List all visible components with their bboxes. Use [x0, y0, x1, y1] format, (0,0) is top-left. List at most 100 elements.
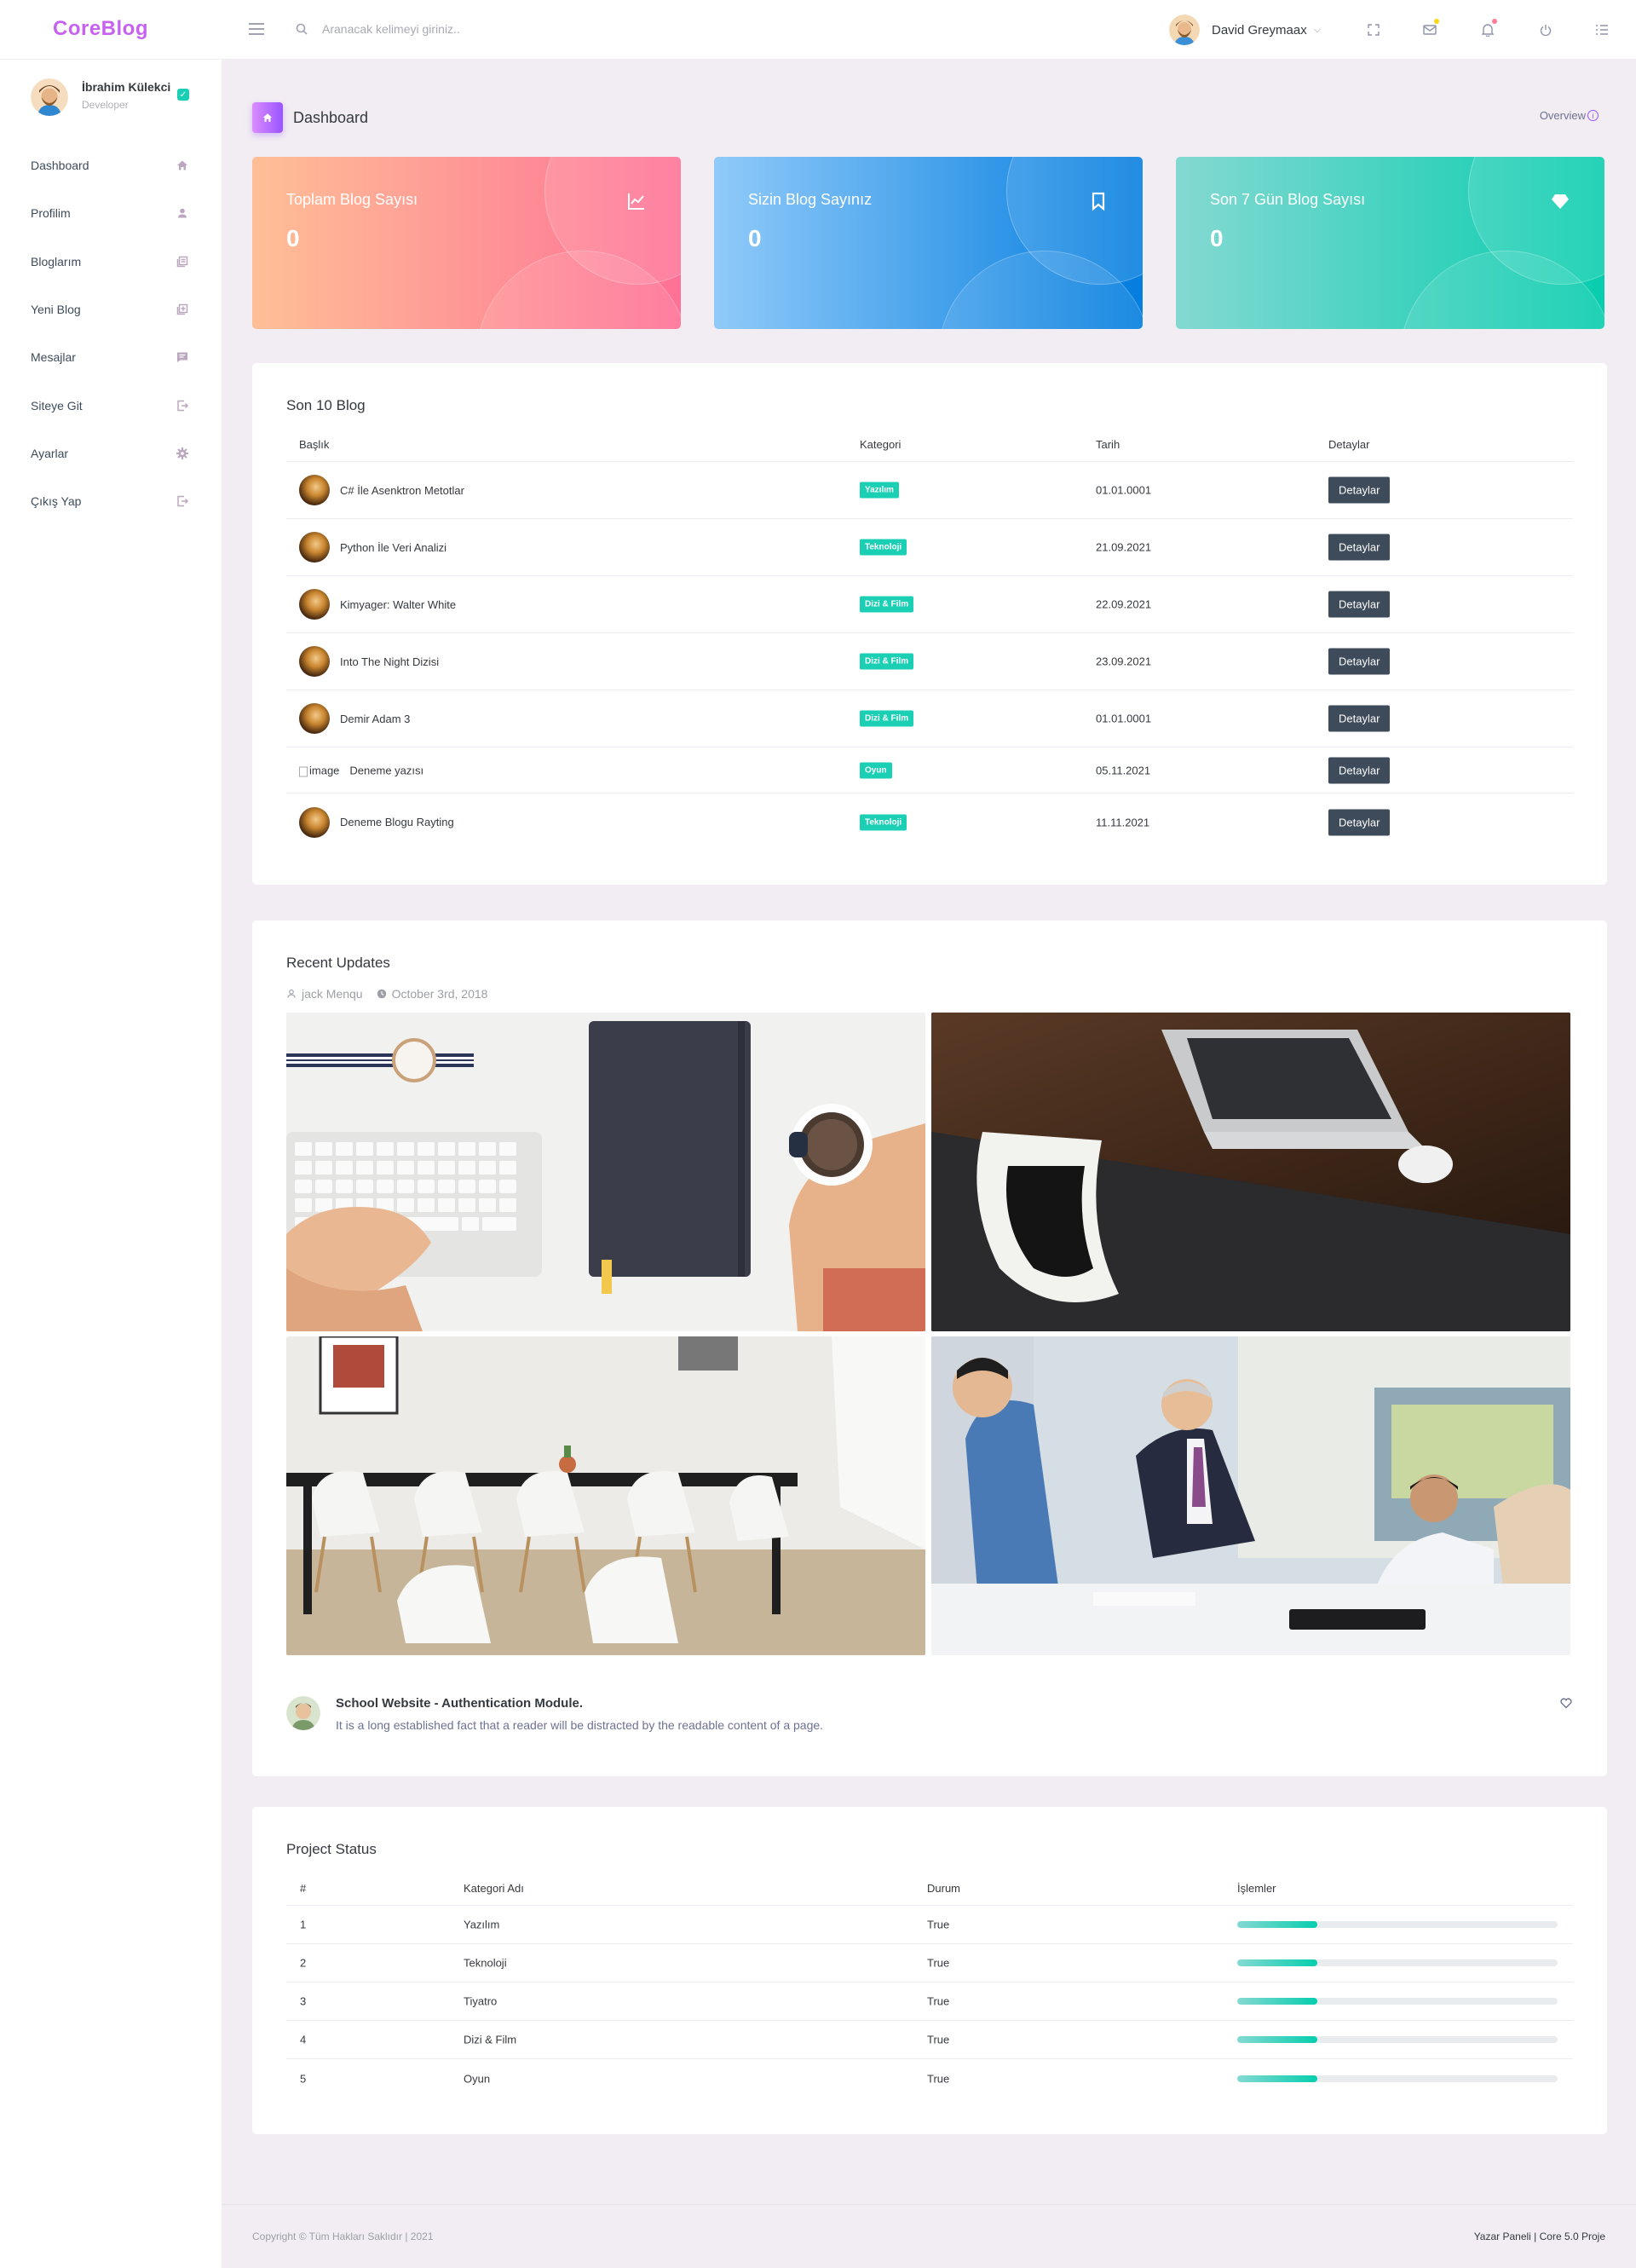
sidebar-item-yeni-blog[interactable]: Yeni Blog [0, 286, 222, 333]
footer-copyright: Copyright © Tüm Hakları Saklıdır | 2021 [252, 2230, 434, 2242]
overview-link[interactable]: Overview i [1540, 109, 1599, 122]
chevron-down-icon: ⌵ [1313, 24, 1322, 35]
stat-card-last-7-days: Son 7 Gün Blog Sayısı 0 [1176, 157, 1604, 329]
category-badge: Oyun [860, 762, 892, 778]
details-button[interactable]: Detaylar [1328, 534, 1391, 561]
progress-bar [1237, 1959, 1558, 1966]
table-row: Deneme Blogu Rayting Teknoloji 11.11.202… [286, 794, 1573, 851]
bell-icon[interactable] [1477, 19, 1499, 41]
project-status-card: Project Status # Kategori Adı Durum İşle… [252, 1807, 1607, 2134]
row-number: 1 [300, 1918, 307, 1931]
mail-icon[interactable] [1419, 19, 1441, 41]
power-icon[interactable] [1535, 19, 1557, 41]
post-author: jack Menqu [302, 987, 363, 1001]
search-icon [293, 20, 310, 38]
details-button[interactable]: Detaylar [1328, 705, 1391, 732]
project-status-table: # Kategori Adı Durum İşlemler 1 Yazılım … [286, 1875, 1573, 2098]
row-number: 5 [300, 2072, 307, 2085]
profile-role: Developer [82, 99, 129, 111]
details-button[interactable]: Detaylar [1328, 591, 1391, 618]
progress-bar [1237, 2036, 1558, 2043]
category-badge: Dizi & Film [860, 596, 914, 613]
blog-date: 21.09.2021 [1096, 540, 1152, 554]
blog-date: 01.01.0001 [1096, 483, 1152, 497]
exit-icon [177, 400, 189, 411]
details-button[interactable]: Detaylar [1328, 648, 1391, 675]
home-icon [252, 102, 283, 133]
blogs-table: Başlık Kategori Tarih Detaylar C# İle As… [286, 428, 1573, 851]
image-alt-text: image [309, 764, 340, 776]
status-value: True [927, 1994, 950, 2008]
details-button[interactable]: Detaylar [1328, 757, 1391, 783]
verified-badge-icon: ✓ [177, 89, 189, 101]
user-dropdown[interactable]: David Greymaax ⌵ [1169, 14, 1321, 46]
sidebar: İbrahim Külekci Developer ✓ Dashboard Pr… [0, 60, 222, 2268]
table-row: 2 Teknoloji True [286, 1944, 1573, 1982]
stat-card-total-blogs: Toplam Blog Sayısı 0 [252, 157, 681, 329]
category-name: Tiyatro [464, 1994, 498, 2008]
sidebar-item-cikis-yap[interactable]: Çıkış Yap [0, 477, 222, 525]
sidebar-item-dashboard[interactable]: Dashboard [0, 141, 222, 189]
sidebar-item-profilim[interactable]: Profilim [0, 189, 222, 237]
sidebar-item-ayarlar[interactable]: Ayarlar [0, 430, 222, 477]
category-name: Yazılım [464, 1918, 500, 1931]
sidebar-item-label: Dashboard [31, 159, 89, 173]
details-button[interactable]: Detaylar [1328, 809, 1391, 835]
diamond-icon [1552, 194, 1569, 209]
blog-thumbnail [299, 806, 330, 838]
photo-workspace[interactable] [286, 1013, 925, 1331]
blog-title: C# İle Asenktron Metotlar [340, 483, 464, 497]
footer: Copyright © Tüm Hakları Saklıdır | 2021 … [222, 2204, 1636, 2268]
sidebar-item-label: Yeni Blog [31, 303, 81, 317]
col-header: Başlık [299, 438, 330, 451]
table-row: 4 Dizi & Film True [286, 2021, 1573, 2059]
photo-office-meeting[interactable] [931, 1336, 1570, 1655]
footer-credit: Yazar Paneli | Core 5.0 Proje [1473, 2230, 1605, 2242]
table-row: image Deneme yazısı Oyun 05.11.2021 Detay… [286, 747, 1573, 794]
card-title: Son 10 Blog [286, 397, 366, 413]
user-name: David Greymaax [1212, 22, 1307, 38]
stat-title: Sizin Blog Sayınız [748, 191, 873, 208]
sidebar-item-label: Siteye Git [31, 398, 83, 413]
photo-laptop[interactable] [931, 1013, 1570, 1331]
row-number: 4 [300, 2033, 307, 2046]
sidebar-item-label: Ayarlar [31, 446, 69, 460]
col-header: İşlemler [1237, 1882, 1276, 1895]
user-icon [287, 989, 296, 998]
fullscreen-icon[interactable] [1362, 19, 1385, 41]
post-title[interactable]: School Website - Authentication Module. [336, 1696, 583, 1711]
table-row: C# İle Asenktron Metotlar Yazılım 01.01.… [286, 462, 1573, 519]
row-number: 3 [300, 1994, 307, 2008]
details-button[interactable]: Detaylar [1328, 476, 1391, 504]
search-input[interactable] [322, 17, 680, 41]
col-header: Detaylar [1328, 438, 1370, 451]
sidebar-item-siteye-git[interactable]: Siteye Git [0, 381, 222, 429]
sidebar-item-bloglarim[interactable]: Bloglarım [0, 238, 222, 286]
blogs-icon [176, 256, 188, 267]
progress-bar [1237, 2075, 1558, 2082]
recent-blogs-card: Son 10 Blog Başlık Kategori Tarih Detayl… [252, 363, 1607, 885]
sidebar-item-label: Mesajlar [31, 350, 76, 365]
blog-title: Kimyager: Walter White [340, 597, 457, 611]
blog-title: Python İle Veri Analizi [340, 540, 447, 554]
brand-logo[interactable]: CoreBlog [53, 17, 148, 41]
avatar [1169, 14, 1200, 45]
table-header: Başlık Kategori Tarih Detaylar [286, 428, 1573, 462]
blog-date: 01.01.0001 [1096, 712, 1152, 725]
list-icon[interactable] [1591, 19, 1613, 41]
info-icon: i [1587, 110, 1599, 121]
photo-meeting-room[interactable] [286, 1336, 925, 1655]
sidebar-profile[interactable]: İbrahim Külekci Developer ✓ [31, 77, 201, 119]
blog-date: 11.11.2021 [1096, 816, 1150, 828]
logout-icon [177, 495, 189, 507]
card-title: Recent Updates [286, 955, 390, 971]
category-badge: Dizi & Film [860, 653, 914, 670]
chart-line-icon [628, 193, 644, 210]
table-row: 5 Oyun True [286, 2059, 1573, 2098]
col-header: # [300, 1882, 307, 1895]
heart-icon[interactable] [1559, 1696, 1573, 1710]
menu-icon[interactable] [247, 19, 268, 39]
bookmark-icon [1092, 192, 1105, 211]
stat-title: Son 7 Gün Blog Sayısı [1210, 191, 1366, 208]
sidebar-item-mesajlar[interactable]: Mesajlar [0, 333, 222, 381]
